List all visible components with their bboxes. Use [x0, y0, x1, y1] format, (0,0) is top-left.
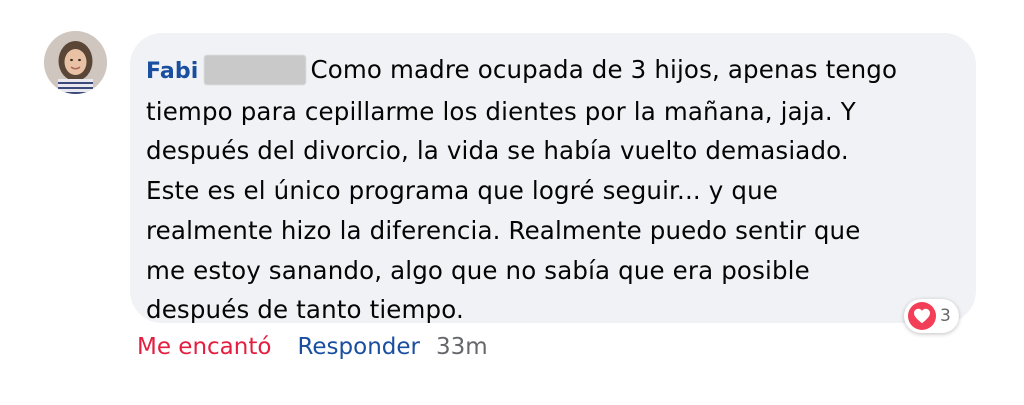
reaction-summary[interactable]: 3 — [904, 299, 959, 333]
comment-line: después de tanto tiempo. — [146, 295, 464, 325]
redacted-surname — [204, 55, 307, 85]
comment-line-text: Como madre ocupada de 3 hijos, apenas te… — [310, 55, 898, 84]
love-reaction-button[interactable]: Me encantó — [137, 334, 271, 360]
avatar[interactable] — [44, 31, 107, 94]
comment: Fabi Como madre ocupada de 3 hijos, apena… — [0, 0, 1024, 405]
comment-line: Este es el único programa que logré segu… — [146, 176, 778, 206]
avatar-photo-icon — [44, 31, 107, 94]
timestamp[interactable]: 33m — [436, 334, 488, 360]
author-name[interactable]: Fabi — [146, 59, 198, 84]
comment-text: Fabi Como madre ocupada de 3 hijos, apena… — [146, 50, 966, 330]
comment-line: me estoy sanando, algo que no sabía que … — [146, 255, 810, 285]
reaction-count: 3 — [940, 306, 951, 326]
reply-button[interactable]: Responder — [297, 334, 420, 360]
comment-actions: Me encantó Responder 33m — [137, 329, 488, 365]
heart-icon — [908, 302, 936, 330]
comment-line: después del divorcio, la vida se había v… — [146, 136, 849, 166]
comment-line: realmente hizo la diferencia. Realmente … — [146, 215, 861, 245]
comment-line: tiempo para cepillarme los dientes por l… — [146, 96, 856, 126]
comment-line: Fabi Como madre ocupada de 3 hijos, apena… — [146, 50, 966, 92]
